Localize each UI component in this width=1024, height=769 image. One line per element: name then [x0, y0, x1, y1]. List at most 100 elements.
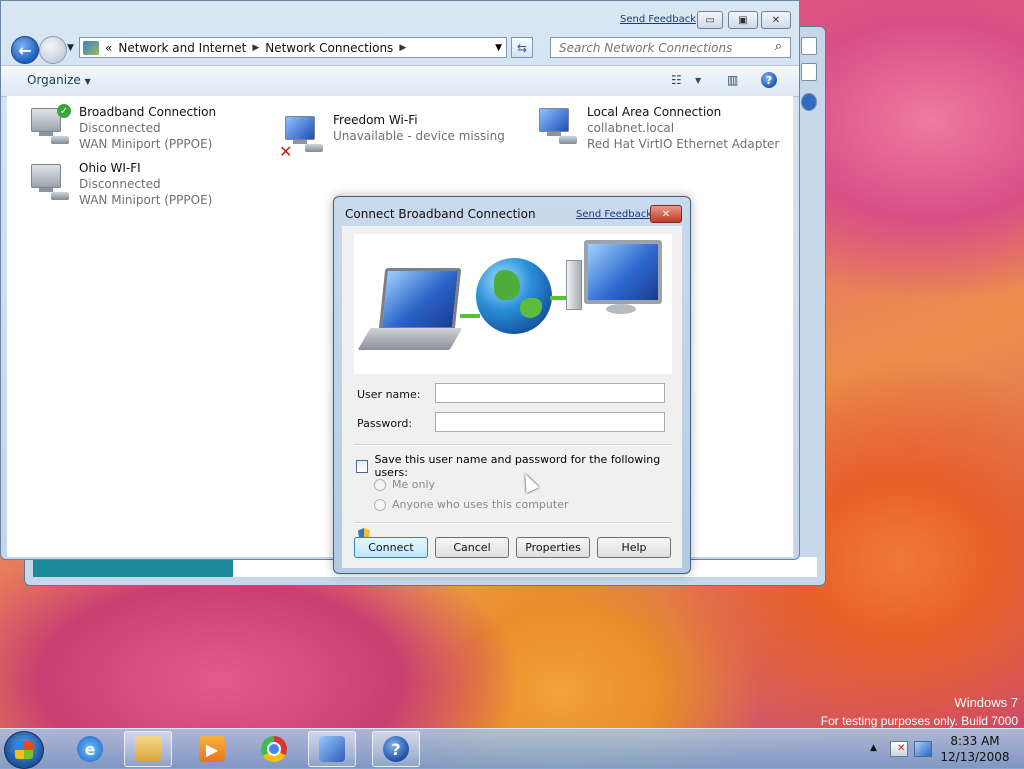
connect-button[interactable]: Connect [354, 537, 428, 558]
taskbar-media-player[interactable]: ▶ [188, 731, 236, 767]
help-button[interactable]: Help [597, 537, 671, 558]
help-icon: ? [383, 736, 409, 762]
background-window-help-icon[interactable] [801, 93, 817, 111]
connection-device: Red Hat VirtIO Ethernet Adapter [587, 137, 780, 151]
address-dropdown-icon[interactable]: ▼ [495, 43, 502, 53]
cancel-button[interactable]: Cancel [435, 537, 509, 558]
check-icon: ✓ [57, 104, 71, 118]
windows-watermark: Windows 7 For testing purposes only. Bui… [821, 694, 1018, 730]
radio-button[interactable] [374, 498, 386, 511]
send-feedback-link[interactable]: Send Feedback [620, 14, 696, 25]
connection-name: Local Area Connection [587, 105, 722, 119]
password-label: Password: [357, 417, 413, 430]
radio-anyone[interactable]: Anyone who uses this computer [374, 498, 568, 511]
search-box[interactable]: ⌕ [550, 37, 791, 58]
window-titlebar[interactable]: Send Feedback ▭ ▣ ✕ [1, 1, 799, 33]
back-button[interactable]: ← [11, 36, 39, 64]
navigation-bar: ← ▼ « Network and Internet ▶ Network Con… [1, 33, 799, 64]
divider [354, 522, 672, 524]
laptop-icon [357, 268, 463, 352]
search-input[interactable] [557, 39, 771, 56]
properties-button[interactable]: Properties [516, 537, 590, 558]
search-icon[interactable]: ⌕ [775, 39, 782, 54]
connection-item[interactable]: Ohio WI-FI Disconnected WAN Miniport (PP… [27, 160, 212, 208]
connection-status: Unavailable - device missing [333, 129, 505, 143]
internet-explorer-icon: e [77, 736, 103, 762]
dialog-body: User name: Password: Save this user name… [342, 226, 682, 568]
breadcrumb-network-connections[interactable]: Network Connections [265, 41, 393, 55]
ethernet-adapter-icon [535, 106, 579, 150]
taskbar-network-connections[interactable] [308, 731, 356, 767]
folder-icon [135, 736, 161, 762]
organize-label: Organize [27, 73, 81, 87]
system-clock[interactable]: 8:33 AM 12/13/2008 [940, 733, 1010, 765]
background-window-status [33, 557, 233, 577]
username-label: User name: [357, 388, 421, 401]
breadcrumb-separator-icon[interactable]: ▶ [399, 43, 406, 53]
connection-name: Ohio WI-FI [79, 161, 141, 175]
save-credentials-checkbox[interactable] [356, 459, 369, 473]
connection-device: WAN Miniport (PPPOE) [79, 193, 213, 207]
close-icon[interactable]: ✕ [650, 205, 682, 223]
radio-me-only[interactable]: Me only [374, 478, 435, 491]
computer-icon [566, 240, 662, 326]
link-line [460, 314, 480, 318]
connection-name: Broadband Connection [79, 105, 217, 119]
connect-dialog[interactable]: Connect Broadband Connection Send Feedba… [333, 196, 691, 574]
refresh-button[interactable]: ⇆ [511, 37, 533, 58]
background-window-search-button[interactable] [801, 63, 817, 81]
network-tray-icon[interactable] [914, 741, 932, 757]
start-button[interactable] [4, 731, 44, 769]
network-adapter-icon: ✓ [27, 104, 71, 150]
windows-logo-icon [15, 741, 33, 759]
organize-chevron-down-icon: ▼ [84, 77, 91, 86]
username-field[interactable] [435, 383, 665, 403]
show-hidden-icons-chevron-up-icon[interactable]: ▲ [870, 743, 877, 753]
globe-icon [476, 258, 552, 334]
connection-status: collabnet.local [587, 121, 675, 135]
breadcrumb-network-and-internet[interactable]: Network and Internet [118, 41, 246, 55]
minimize-button[interactable]: ▭ [697, 11, 723, 29]
maximize-button[interactable]: ▣ [728, 11, 758, 29]
network-adapter-icon [27, 162, 71, 206]
connection-illustration [354, 234, 672, 374]
view-options-chevron-down-icon[interactable]: ▼ [695, 76, 701, 85]
connection-name: Freedom Wi-Fi [333, 113, 418, 127]
organize-button[interactable]: Organize ▼ [27, 73, 91, 87]
breadcrumb-overflow[interactable]: « [105, 41, 112, 55]
help-icon[interactable]: ? [761, 72, 777, 88]
chrome-icon [261, 736, 287, 762]
clock-date: 12/13/2008 [940, 750, 1010, 764]
connection-item[interactable]: ✓ Broadband Connection Disconnected WAN … [27, 104, 216, 152]
missing-x-icon: ✕ [279, 142, 293, 161]
network-location-icon [83, 40, 99, 55]
password-field[interactable] [435, 412, 665, 432]
divider [354, 444, 672, 446]
radio-button[interactable] [374, 478, 386, 491]
media-player-icon: ▶ [199, 736, 225, 762]
connection-item[interactable]: Local Area Connection collabnet.local Re… [535, 104, 779, 152]
close-button[interactable]: ✕ [761, 11, 791, 29]
connection-status: Disconnected [79, 177, 161, 191]
change-view-icon[interactable]: ☷ [671, 73, 682, 87]
radio-anyone-label: Anyone who uses this computer [392, 498, 569, 511]
command-bar: Organize ▼ ☷ ▼ ▥ ? [1, 65, 799, 97]
connection-item[interactable]: ✕ Freedom Wi-Fi Unavailable - device mis… [279, 112, 505, 161]
forward-button[interactable] [39, 36, 67, 64]
taskbar-windows-explorer[interactable] [124, 731, 172, 767]
dialog-send-feedback-link[interactable]: Send Feedback [576, 209, 652, 220]
taskbar-internet-explorer[interactable]: e [66, 731, 114, 767]
taskbar-help-and-support[interactable]: ? [372, 731, 420, 767]
background-window-close-button[interactable] [801, 37, 817, 55]
dialog-title: Connect Broadband Connection [345, 207, 536, 221]
network-icon [319, 736, 345, 762]
clock-time: 8:33 AM [950, 734, 1000, 748]
action-center-flag-icon[interactable]: ✕ [890, 741, 908, 757]
connection-device: WAN Miniport (PPPOE) [79, 137, 213, 151]
recent-pages-chevron-down-icon[interactable]: ▼ [67, 43, 74, 53]
save-credentials-row[interactable]: Save this user name and password for the… [356, 453, 682, 479]
preview-pane-icon[interactable]: ▥ [727, 73, 738, 87]
breadcrumb-separator-icon[interactable]: ▶ [252, 43, 259, 53]
address-bar[interactable]: « Network and Internet ▶ Network Connect… [79, 37, 507, 58]
taskbar-chrome[interactable] [250, 731, 298, 767]
